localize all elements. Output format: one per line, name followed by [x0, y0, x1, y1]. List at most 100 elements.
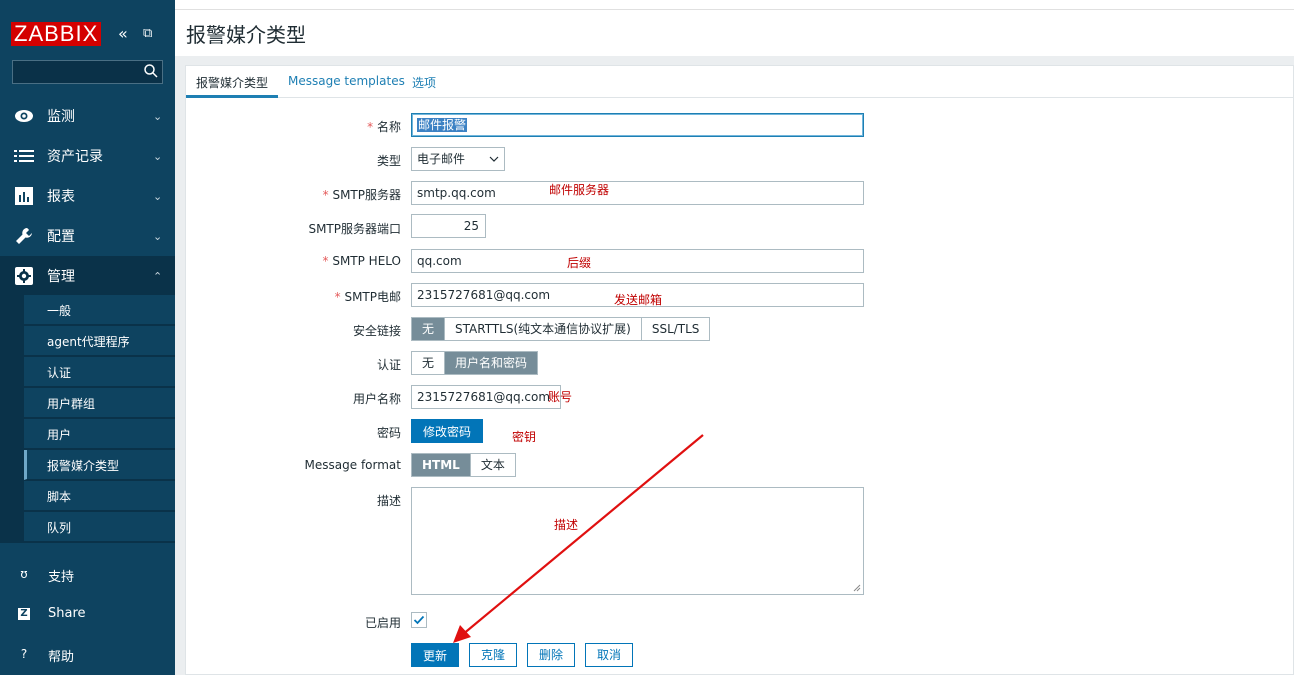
annotation-password: 密钥 [512, 430, 537, 444]
menu-label: 配置 [47, 229, 75, 245]
zabbix-logo[interactable]: ZABBIX [11, 22, 102, 46]
chevron-down-icon [489, 156, 499, 162]
chevron-down-icon: ⌄ [153, 229, 163, 243]
submenu-item-scripts[interactable]: 脚本 [24, 481, 175, 511]
search-input[interactable] [12, 60, 163, 84]
required-mark: * [334, 290, 341, 304]
kiosk-mode-icon[interactable]: ⧉ [143, 24, 152, 44]
message-format-radio-group: HTML 文本 [411, 453, 516, 477]
smtp-email-label-text: SMTP电邮 [344, 290, 401, 304]
collapse-sidebar-icon[interactable]: « [118, 24, 128, 44]
annotation-description: 描述 [554, 518, 579, 532]
smtp-helo-label: * SMTP HELO [191, 254, 402, 268]
submenu-label: 认证 [47, 366, 72, 380]
format-option-html[interactable]: HTML [412, 454, 471, 476]
smtp-server-input[interactable]: smtp.qq.com [411, 181, 864, 205]
submenu-item-users[interactable]: 用户 [24, 419, 175, 449]
smtp-server-label: * SMTP服务器 [191, 186, 401, 203]
chevron-down-icon: ⌄ [153, 189, 163, 203]
gear-icon [14, 267, 34, 285]
name-label-text: 名称 [376, 120, 401, 134]
smtp-port-label: SMTP服务器端口 [308, 222, 401, 236]
chevron-up-icon: ⌃ [153, 269, 163, 283]
required-mark: * [322, 188, 329, 202]
tab-bar: 报警媒介类型 Message templates 选项 [186, 66, 1294, 98]
smtp-port-input[interactable]: 25 [411, 214, 486, 238]
auth-option-none[interactable]: 无 [412, 352, 446, 374]
tab-media-type[interactable]: 报警媒介类型 [196, 74, 268, 91]
logo-row: ZABBIX [11, 22, 102, 46]
smtp-email-label: * SMTP电邮 [191, 288, 401, 305]
page-title: 报警媒介类型 [186, 23, 306, 47]
submenu-item-general[interactable]: 一般 [24, 295, 175, 325]
bar-chart-icon [14, 187, 34, 205]
cancel-button[interactable]: 取消 [585, 643, 633, 667]
auth-option-username-password[interactable]: 用户名和密码 [445, 352, 538, 374]
description-label: 描述 [376, 494, 401, 508]
type-select[interactable]: 电子邮件 [411, 147, 505, 171]
annotation-helo: 后缀 [567, 256, 592, 270]
sidebar-item-label: Share [48, 606, 86, 621]
delete-button[interactable]: 删除 [527, 643, 575, 667]
top-strip [175, 0, 1294, 10]
menu-label: 管理 [47, 269, 75, 285]
type-select-value: 电子邮件 [417, 152, 466, 166]
submenu-item-authentication[interactable]: 认证 [24, 357, 175, 387]
checkmark-icon [413, 615, 425, 625]
auth-radio-group: 无 用户名和密码 [411, 351, 539, 375]
chevron-down-icon: ⌄ [153, 109, 163, 123]
security-label: 安全链接 [352, 324, 401, 338]
change-password-button[interactable]: 修改密码 [411, 419, 483, 443]
headset-icon: ʊ [20, 567, 28, 581]
eye-icon [14, 107, 34, 125]
smtp-helo-input[interactable]: qq.com [411, 249, 864, 273]
menu-monitoring[interactable]: 监测 ⌄ [0, 96, 175, 136]
chevron-down-icon: ⌄ [153, 149, 163, 163]
tab-options[interactable]: 选项 [412, 74, 436, 91]
search-icon[interactable] [144, 64, 158, 78]
security-option-none[interactable]: 无 [412, 318, 446, 340]
menu-label: 监测 [47, 109, 75, 125]
security-option-starttls[interactable]: STARTTLS(纯文本通信协议扩展) [445, 318, 642, 340]
enabled-checkbox[interactable] [411, 612, 427, 628]
active-tab-indicator [186, 95, 278, 98]
username-label: 用户名称 [352, 392, 401, 406]
list-icon [14, 147, 34, 165]
format-option-text[interactable]: 文本 [470, 454, 515, 476]
submenu-item-queue[interactable]: 队列 [24, 512, 175, 542]
menu-configuration[interactable]: 配置 ⌄ [0, 216, 175, 256]
submenu-label: 队列 [47, 521, 72, 535]
share-icon: Z [18, 608, 30, 620]
sidebar-item-support[interactable]: ʊ 支持 [0, 559, 175, 589]
name-input[interactable]: 邮件报警 [411, 113, 864, 137]
username-input[interactable]: 2315727681@qq.com [411, 385, 561, 409]
submenu-item-media-types[interactable]: 报警媒介类型 [24, 450, 175, 480]
menu-inventory[interactable]: 资产记录 ⌄ [0, 136, 175, 176]
tab-message-templates[interactable]: Message templates [288, 74, 405, 88]
description-textarea[interactable] [411, 487, 864, 595]
administration-submenu: 一般 agent代理程序 认证 用户群组 用户 报警媒介类型 脚本 队列 [0, 295, 175, 543]
auth-label: 认证 [376, 358, 401, 372]
submenu-item-user-groups[interactable]: 用户群组 [24, 388, 175, 418]
menu-reports[interactable]: 报表 ⌄ [0, 176, 175, 216]
name-input-value: 邮件报警 [417, 118, 468, 132]
submenu-label: 报警媒介类型 [47, 459, 120, 473]
security-radio-group: 无 STARTTLS(纯文本通信协议扩展) SSL/TLS [411, 317, 711, 341]
enabled-label: 已启用 [364, 616, 401, 630]
resize-handle-icon[interactable] [853, 584, 861, 592]
smtp-helo-label-text: SMTP HELO [332, 254, 401, 268]
security-option-ssl-tls[interactable]: SSL/TLS [641, 318, 710, 340]
menu-administration[interactable]: 管理 ⌃ [0, 256, 175, 296]
annotation-username: 账号 [548, 390, 573, 404]
clone-button[interactable]: 克隆 [469, 643, 517, 667]
help-icon: ? [20, 647, 28, 661]
annotation-server: 邮件服务器 [549, 183, 610, 197]
required-mark: * [367, 120, 374, 134]
submenu-item-proxies[interactable]: agent代理程序 [24, 326, 175, 356]
smtp-server-label-text: SMTP服务器 [332, 188, 401, 202]
sidebar-item-share[interactable]: Z Share [0, 599, 175, 629]
menu-label: 报表 [47, 189, 75, 205]
update-button[interactable]: 更新 [411, 643, 459, 667]
sidebar-item-help[interactable]: ? 帮助 [0, 639, 175, 669]
name-label: * 名称 [191, 118, 401, 135]
